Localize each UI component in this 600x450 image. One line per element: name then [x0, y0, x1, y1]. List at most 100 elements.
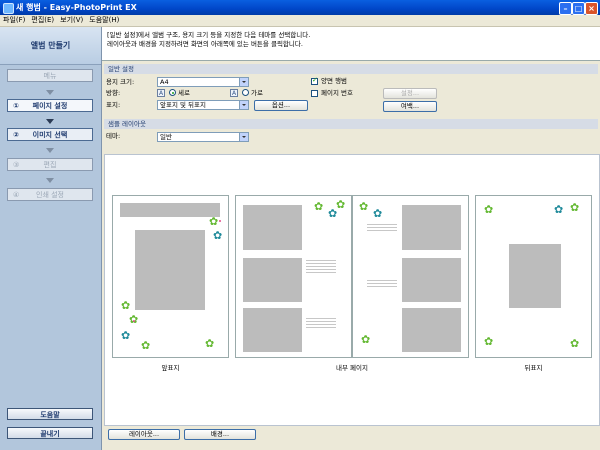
flower-icon: ✿: [570, 337, 580, 350]
portrait-radio[interactable]: [169, 89, 176, 96]
layout-preview: ✿ ✿ ✿ ✿ ✿ ✿ ✿ ✿ ✿ ✿ ✿ ✿ ✿ ✿ ✿ ✿ ✿ 앞표지 내부…: [104, 154, 600, 426]
close-button[interactable]: ×: [585, 2, 598, 15]
step-menu[interactable]: 메뉴: [7, 69, 93, 82]
paper-size-value: A4: [160, 78, 169, 86]
maximize-button[interactable]: □: [572, 2, 585, 15]
options-button[interactable]: 옵션...: [254, 100, 308, 111]
chevron-down-icon: [239, 133, 248, 141]
text-line: [306, 324, 336, 325]
page-number-settings-button[interactable]: 설정...: [383, 88, 437, 99]
text-line: [306, 327, 336, 328]
theme-value: 일반: [160, 133, 172, 141]
landscape-label: 가로: [251, 89, 263, 97]
text-line: [306, 263, 336, 264]
title-placeholder: [120, 203, 220, 217]
dot-icon: [219, 220, 221, 222]
arrow-down-icon: [46, 90, 54, 95]
app-window: 새 행범 - Easy-PhotoPrint EX – □ × 파일(F) 편집(…: [0, 0, 600, 450]
text-line: [306, 269, 336, 270]
flower-icon: ✿: [484, 335, 494, 348]
arrow-down-icon: [46, 148, 54, 153]
photo-placeholder: [402, 258, 461, 302]
arrow-down-icon: [46, 178, 54, 183]
portrait-icon: A: [157, 89, 165, 97]
paper-size-label: 용지 크기:: [106, 78, 135, 86]
minimize-button[interactable]: –: [559, 2, 572, 15]
step-print-settings-label: 인쇄 설정: [36, 191, 64, 199]
duplex-label: 양면 행범: [321, 77, 347, 85]
menu-edit[interactable]: 편집(E): [28, 15, 57, 26]
inner-right-page: ✿ ✿ ✿: [352, 195, 469, 358]
theme-select[interactable]: 일반: [157, 132, 249, 142]
flower-icon: ✿: [570, 201, 580, 214]
flower-icon: ✿: [141, 339, 151, 352]
menu-bar: 파일(F) 편집(E) 보기(V) 도움말(H): [0, 15, 600, 27]
back-cover-page: ✿ ✿ ✿ ✿ ✿: [475, 195, 592, 358]
front-cover-page: ✿ ✿ ✿ ✿ ✿ ✿ ✿: [112, 195, 229, 358]
text-line: [367, 224, 397, 225]
instruction-line-2: 레이아웃과 배경을 지정하려면 화면의 아래쪽에 있는 버튼을 클릭합니다.: [107, 40, 303, 48]
flower-icon: ✿: [361, 333, 371, 346]
orientation-label: 방향:: [106, 89, 121, 97]
text-line: [306, 260, 336, 261]
sample-layout-header: 샘플 레이아웃: [104, 119, 598, 129]
back-cover-caption: 뒤표지: [524, 364, 543, 372]
chevron-down-icon: [239, 101, 248, 109]
duplex-checkbox[interactable]: [311, 76, 318, 85]
cover-label: 표지:: [106, 101, 121, 109]
flower-icon: ✿: [213, 229, 223, 242]
step-number: ①: [13, 102, 19, 110]
photo-placeholder: [243, 308, 302, 352]
flower-icon: ✿: [359, 200, 369, 213]
step-print-settings[interactable]: ④ 인쇄 설정: [7, 188, 93, 201]
window-title: 새 행범 - Easy-PhotoPrint EX: [16, 3, 137, 12]
step-select-image-label: 이미지 선택: [32, 131, 68, 139]
instruction-box: [일반 설정]에서 앨범 구조, 용지 크기 등을 지정한 다음 테마를 선택합…: [102, 27, 600, 61]
page-number-checkbox[interactable]: [311, 90, 318, 97]
step-number: ④: [13, 191, 20, 199]
flower-icon: ✿: [121, 299, 131, 312]
margin-button[interactable]: 여백...: [383, 101, 437, 112]
step-number: ②: [13, 131, 19, 139]
photo-placeholder: [135, 230, 205, 310]
step-number: ③: [13, 161, 20, 169]
flower-icon: ✿: [373, 207, 383, 220]
help-button[interactable]: 도움말: [7, 408, 93, 420]
chevron-down-icon: [239, 78, 248, 86]
flower-icon: ✿: [121, 329, 131, 342]
portrait-label: 세로: [178, 89, 190, 97]
photo-placeholder: [402, 308, 461, 352]
step-select-image[interactable]: ② 이미지 선택: [7, 128, 93, 141]
background-button[interactable]: 배경...: [184, 429, 256, 440]
menu-help[interactable]: 도움말(H): [86, 15, 122, 26]
step-edit-label: 편집: [43, 161, 57, 169]
layout-button[interactable]: 레이아웃...: [108, 429, 180, 440]
step-edit[interactable]: ③ 편집: [7, 158, 93, 171]
title-bar: 새 행범 - Easy-PhotoPrint EX – □ ×: [0, 0, 600, 15]
landscape-radio[interactable]: [242, 89, 249, 96]
flower-icon: ✿: [314, 200, 324, 213]
front-cover-caption: 앞표지: [161, 364, 180, 372]
menu-file[interactable]: 파일(F): [0, 15, 28, 26]
landscape-icon: A: [230, 89, 238, 97]
paper-size-select[interactable]: A4: [157, 77, 249, 87]
text-line: [367, 283, 397, 284]
cover-value: 앞표지 및 뒤표지: [160, 101, 206, 109]
menu-view[interactable]: 보기(V): [57, 15, 86, 26]
page-number-label: 페이지 번호: [321, 89, 353, 97]
general-settings-header: 일반 설정: [104, 64, 598, 74]
app-icon: [3, 3, 14, 14]
step-page-setup[interactable]: ① 페이지 설정: [7, 99, 93, 112]
instruction-line-1: [일반 설정]에서 앨범 구조, 용지 크기 등을 지정한 다음 테마를 선택합…: [107, 31, 311, 39]
sidebar-title: 앨범 만들기: [0, 27, 101, 65]
exit-button[interactable]: 끝내기: [7, 427, 93, 439]
text-line: [367, 280, 397, 281]
text-line: [306, 321, 336, 322]
photo-placeholder: [243, 205, 302, 250]
flower-icon: ✿: [205, 337, 215, 350]
text-line: [306, 266, 336, 267]
flower-icon: ✿: [554, 203, 564, 216]
inner-page-caption: 내부 페이지: [336, 364, 368, 372]
cover-select[interactable]: 앞표지 및 뒤표지: [157, 100, 249, 110]
flower-icon: ✿: [336, 198, 346, 211]
